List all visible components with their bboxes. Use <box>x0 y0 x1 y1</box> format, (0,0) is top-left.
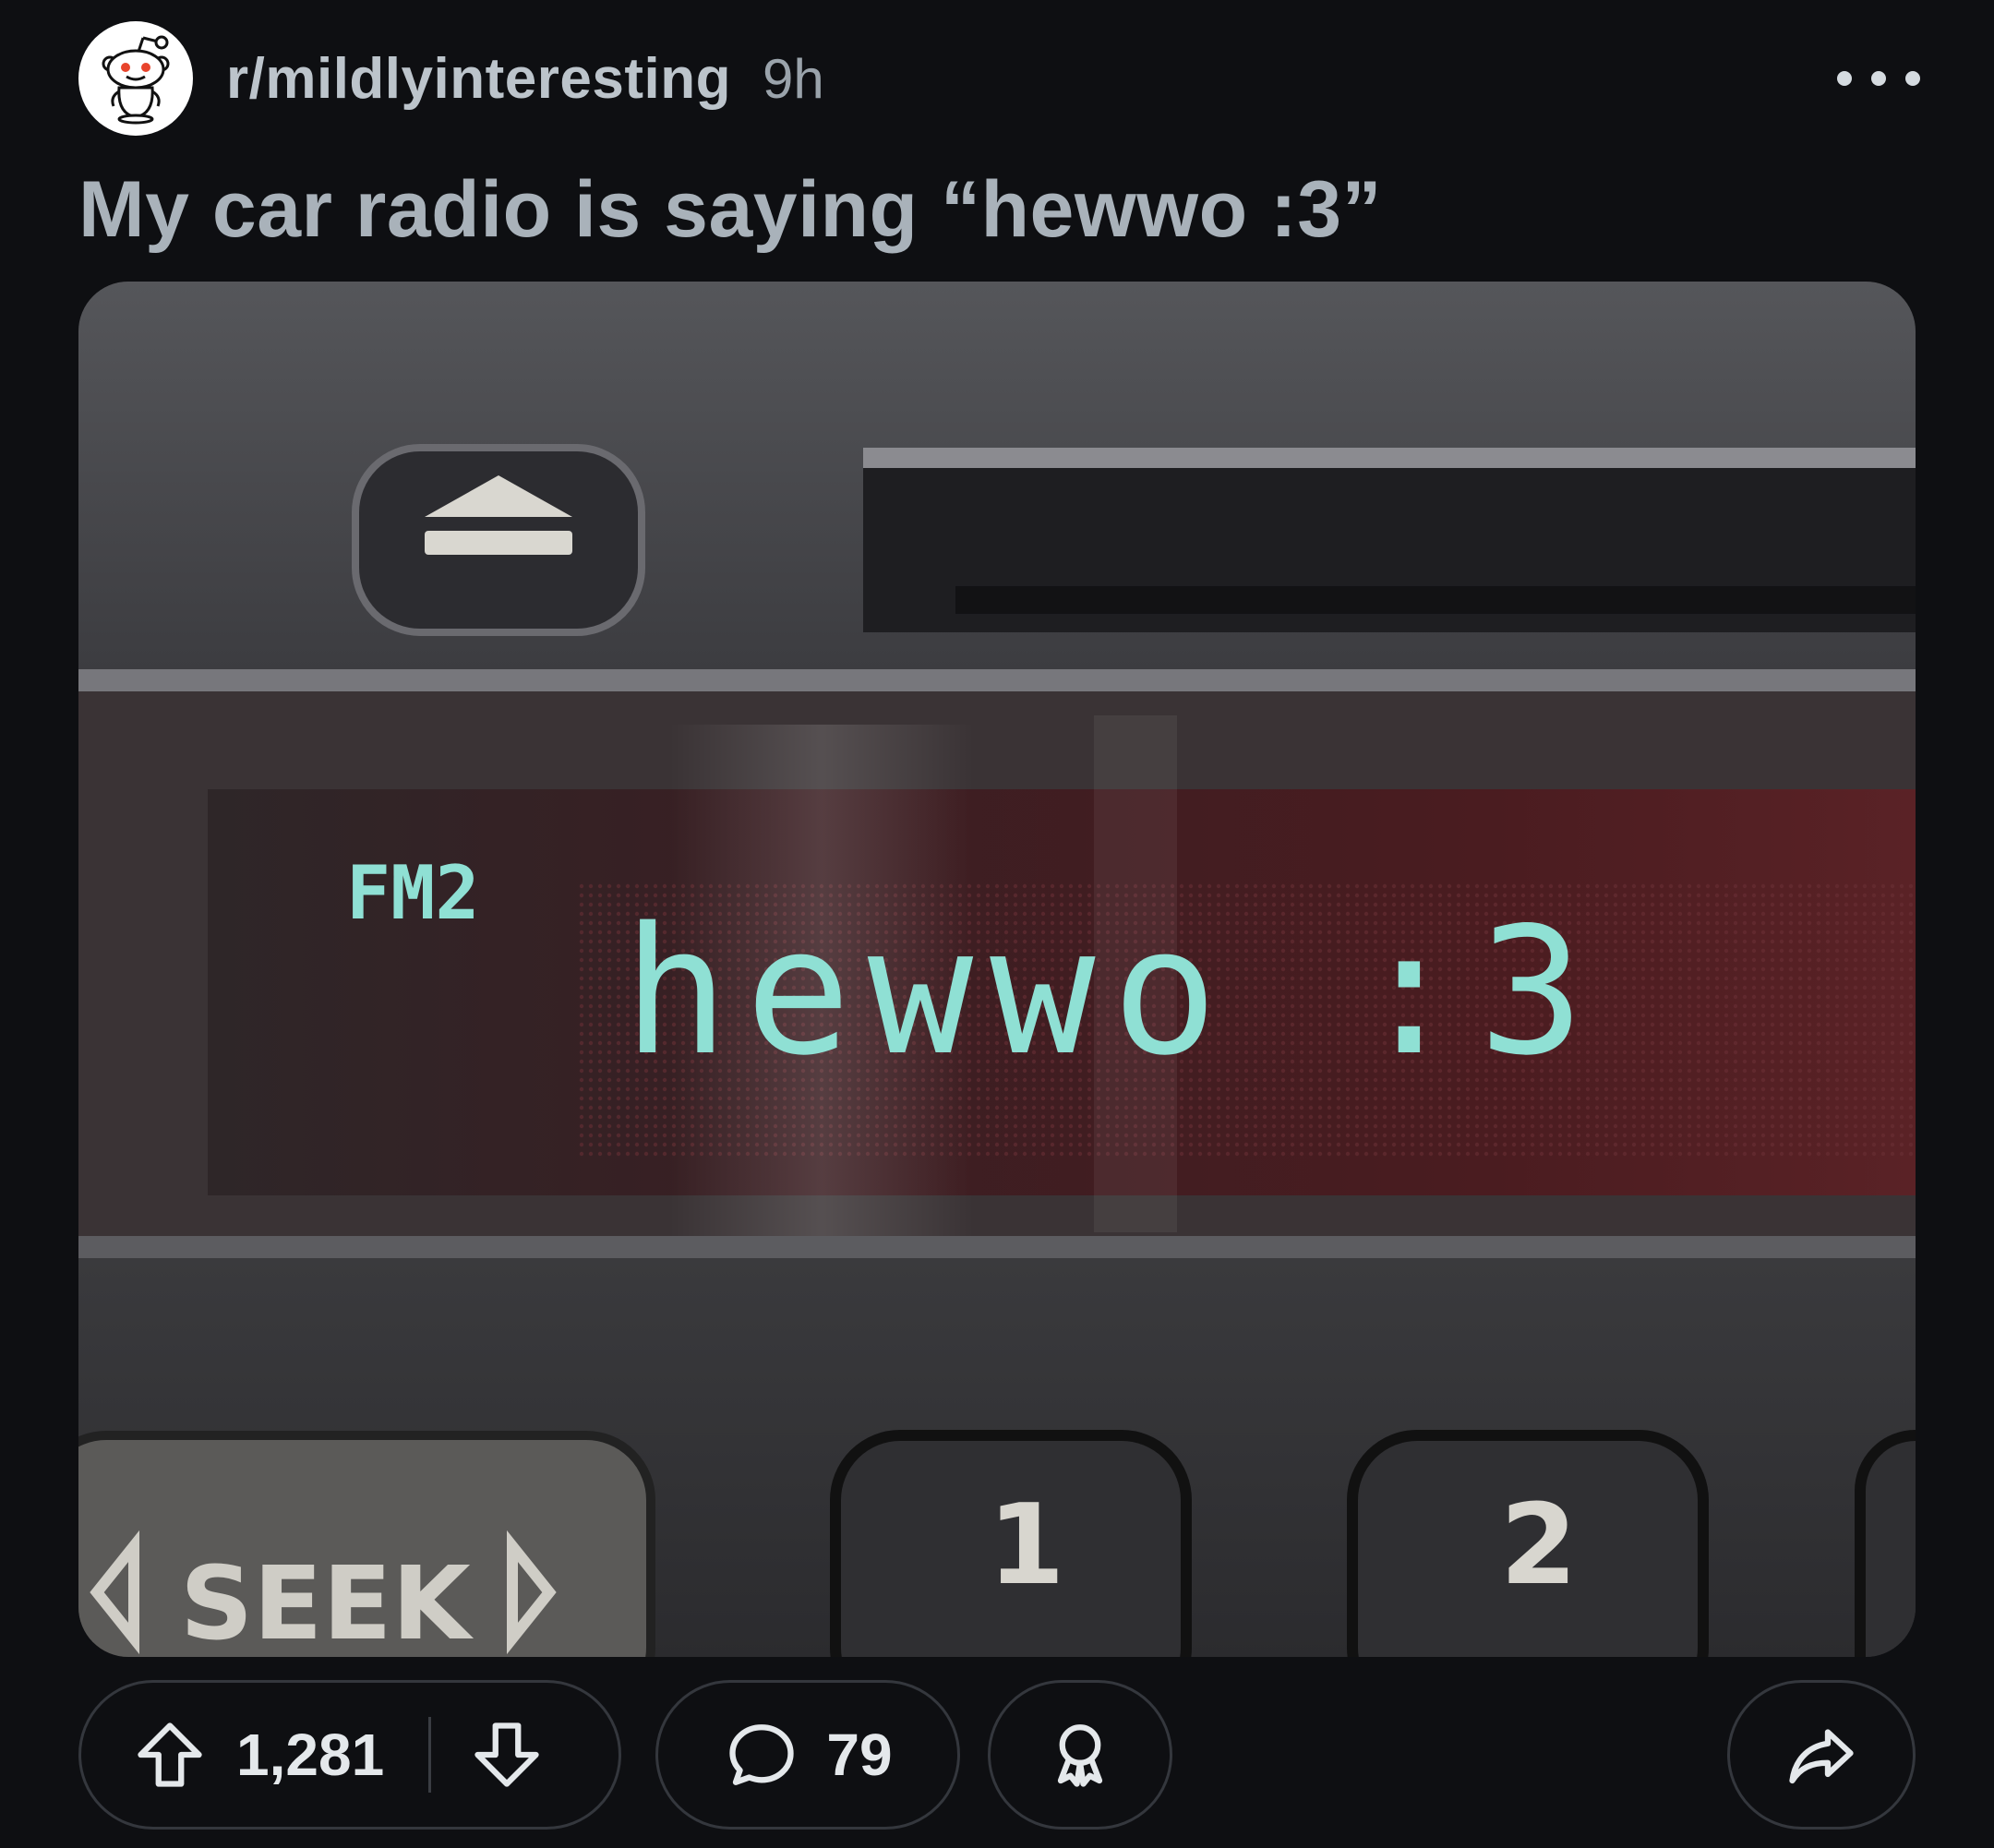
car-radio-photo: FM2 hewwo :3 SEEK 1 2 <box>78 282 1916 1657</box>
display-main-text: hewwo :3 <box>623 890 1601 1094</box>
seek-button-label: SEEK <box>180 1544 474 1657</box>
downvote-button[interactable] <box>468 1716 546 1794</box>
more-options-button[interactable] <box>1837 46 1920 111</box>
upvote-button[interactable] <box>131 1716 209 1794</box>
award-ribbon-icon <box>1057 1724 1103 1787</box>
share-button[interactable] <box>1727 1680 1916 1830</box>
post-image[interactable]: FM2 hewwo :3 SEEK 1 2 <box>78 282 1916 1657</box>
share-icon-wrap <box>1783 1716 1860 1794</box>
share-arrow-icon <box>1789 1729 1854 1784</box>
comment-icon-wrap <box>723 1716 800 1794</box>
more-dot <box>1905 71 1920 86</box>
award-icon-wrap <box>1041 1716 1119 1794</box>
award-button[interactable] <box>988 1680 1172 1830</box>
speech-bubble-icon <box>729 1724 795 1785</box>
display-band-label: FM2 <box>346 850 480 936</box>
more-horizontal-icon <box>1837 71 1852 86</box>
reddit-post: r/mildlyinteresting 9h My car radio is s… <box>0 0 1994 1848</box>
subreddit-avatar[interactable] <box>78 21 193 136</box>
comments-button[interactable]: 79 <box>655 1680 960 1830</box>
vote-divider <box>428 1717 432 1793</box>
upvote-arrow-icon <box>138 1722 202 1787</box>
comment-count: 79 <box>826 1722 893 1788</box>
vote-control: 1,281 <box>78 1680 621 1830</box>
post-header: r/mildlyinteresting 9h <box>78 18 1920 138</box>
post-timestamp: 9h <box>762 47 824 110</box>
post-title[interactable]: My car radio is saying “hewwo :3” <box>78 164 1382 256</box>
vote-count: 1,281 <box>236 1722 385 1788</box>
subreddit-name[interactable]: r/mildlyinteresting <box>226 46 731 112</box>
preset-2-label: 2 <box>1500 1482 1578 1610</box>
snoo-icon <box>102 35 170 125</box>
post-action-bar: 1,281 79 <box>78 1680 1916 1835</box>
preset-1-label: 1 <box>988 1482 1065 1610</box>
more-dot <box>1871 71 1886 86</box>
downvote-arrow-icon <box>474 1722 539 1787</box>
